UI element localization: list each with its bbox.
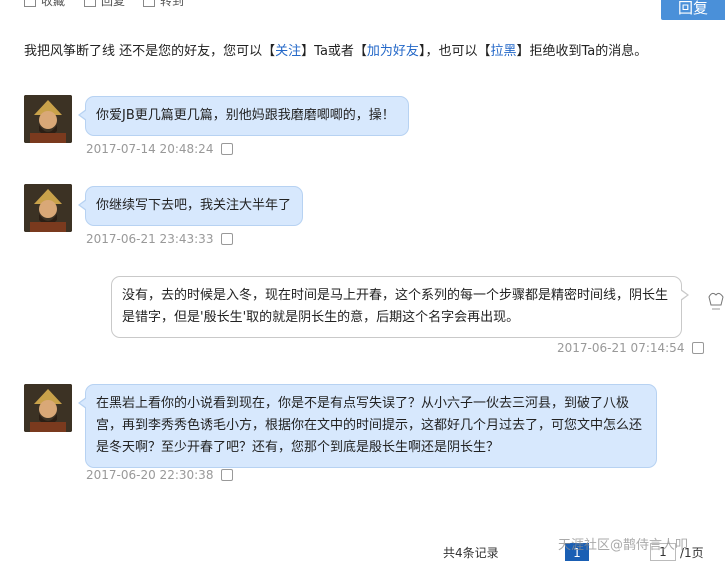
- message-bubble: 你继续写下去吧，我关注大半年了: [78, 186, 303, 226]
- own-avatar-icon[interactable]: [706, 285, 725, 319]
- user-avatar[interactable]: [24, 95, 72, 143]
- message-text: 你爱JB更几篇更几篇，别他妈跟我磨磨唧唧的，操！: [96, 108, 395, 123]
- toolbar-item-favorite-label: 收藏: [41, 0, 66, 8]
- toolbar-item-goto[interactable]: 转到: [143, 0, 184, 9]
- avatar-portrait-icon: [24, 184, 72, 232]
- toolbar-item-reply-label: 回复: [101, 0, 126, 8]
- toolbar-item-goto-label: 转到: [160, 0, 185, 8]
- message-text: 在黑岩上看你的小说看到现在，你是不是有点写失误了？从小六子一伙去三河县，到破了八…: [96, 396, 643, 455]
- toolbar-item-favorite[interactable]: 收藏: [24, 0, 65, 9]
- top-toolbar: 收藏 回复 转到 回复: [0, 0, 725, 20]
- avatar-portrait-icon: [24, 95, 72, 143]
- select-checkbox[interactable]: [221, 233, 234, 245]
- message-meta: 2017-06-21 07:14:54: [557, 341, 705, 355]
- select-checkbox[interactable]: [692, 342, 705, 354]
- notice-prefix: 我把风筝断了线 还不是您的好友，您可以【: [24, 44, 276, 59]
- goto-icon: [143, 0, 155, 7]
- follow-link[interactable]: 关注: [275, 44, 301, 59]
- message-time: 2017-06-21 23:43:33: [86, 232, 214, 246]
- block-link[interactable]: 拉黑: [490, 44, 516, 59]
- notice-mid1: 】Ta或者【: [301, 44, 367, 59]
- watermark: 天涯社区@鹊侍言人叩: [558, 538, 689, 553]
- message-meta: 2017-06-21 23:43:33: [86, 232, 234, 246]
- notice-mid2: 】，也可以【: [418, 44, 491, 59]
- friend-notice: 我把风筝断了线 还不是您的好友，您可以【关注】Ta或者【加为好友】，也可以【拉黑…: [24, 40, 647, 59]
- message-meta: 2017-07-14 20:48:24: [86, 142, 234, 156]
- avatar-portrait-icon: [24, 384, 72, 432]
- message-text: 你继续写下去吧，我关注大半年了: [96, 198, 292, 213]
- user-avatar[interactable]: [24, 184, 72, 232]
- select-checkbox[interactable]: [221, 469, 234, 481]
- message-bubble: 你爱JB更几篇更几篇，别他妈跟我磨磨唧唧的，操！: [78, 96, 409, 136]
- message-meta: 2017-06-20 22:30:38: [86, 468, 234, 482]
- notice-suffix: 】拒绝收到Ta的消息。: [516, 44, 648, 59]
- message-time: 2017-07-14 20:48:24: [86, 142, 214, 156]
- star-icon: [24, 0, 36, 7]
- message-time: 2017-06-20 22:30:38: [86, 468, 214, 482]
- record-count: 共4条记录: [443, 546, 499, 560]
- reply-button[interactable]: 回复: [661, 0, 725, 20]
- select-checkbox[interactable]: [221, 143, 234, 155]
- message-time: 2017-06-21 07:14:54: [557, 341, 685, 355]
- message-text: 没有，去的时候是入冬，现在时间是马上开春，这个系列的每一个步骤都是精密时间线，阴…: [122, 288, 669, 325]
- reply-icon: [84, 0, 96, 7]
- user-avatar[interactable]: [24, 384, 72, 432]
- toolbar-item-reply[interactable]: 回复: [84, 0, 125, 9]
- own-message-bubble: 没有，去的时候是入冬，现在时间是马上开春，这个系列的每一个步骤都是精密时间线，阴…: [111, 276, 689, 338]
- add-friend-link[interactable]: 加为好友: [367, 44, 419, 59]
- message-bubble: 在黑岩上看你的小说看到现在，你是不是有点写失误了？从小六子一伙去三河县，到破了八…: [78, 384, 657, 468]
